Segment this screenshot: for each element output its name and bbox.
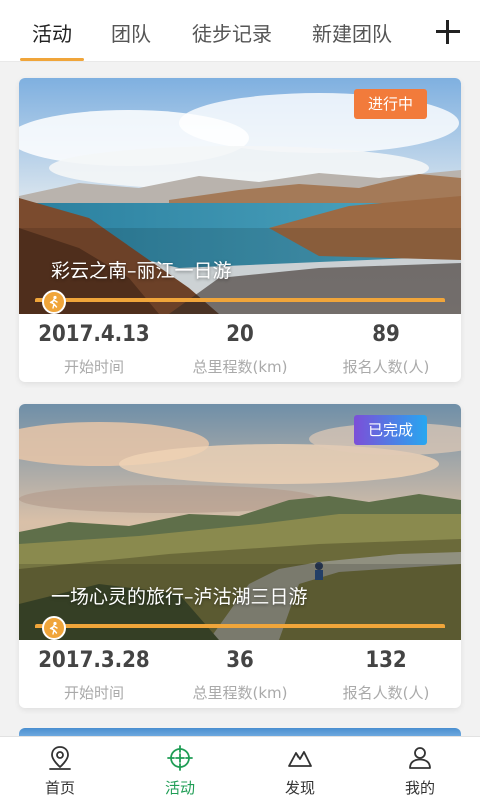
status-badge: 进行中 [354, 89, 428, 119]
nav-home-label: 首页 [44, 779, 75, 797]
bottom-navigation: 首页 活动 发现 我的 [0, 736, 480, 800]
nav-profile-label: 我的 [404, 779, 435, 797]
activity-title: 一场心灵的旅行–泸沽湖三日游 [51, 586, 308, 608]
tab-activities[interactable]: 活动 [32, 0, 72, 62]
stat-distance: 36 总里程数(km) [165, 640, 315, 708]
tab-team[interactable]: 团队 [111, 0, 151, 62]
stat-start-date: 2017.4.13 开始时间 [19, 314, 169, 382]
nav-discover-label: 发现 [284, 779, 315, 797]
activity-stats: 2017.4.13 开始时间 20 总里程数(km) 89 报名人数(人) [19, 314, 461, 382]
distance-value: 20 [226, 322, 254, 347]
signups-label: 报名人数(人) [342, 684, 430, 702]
stat-signups: 89 报名人数(人) [311, 314, 461, 382]
activity-stats: 2017.3.28 开始时间 36 总里程数(km) 132 报名人数(人) [19, 640, 461, 708]
accent-strip [35, 624, 445, 628]
nav-discover[interactable]: 发现 [240, 737, 360, 800]
nav-profile[interactable]: 我的 [360, 737, 480, 800]
hiker-icon [42, 616, 66, 640]
plus-icon[interactable] [434, 18, 462, 46]
activity-card-partial[interactable] [19, 728, 461, 736]
nav-activities-label: 活动 [164, 779, 195, 797]
tab-hiking-records[interactable]: 徒步记录 [192, 0, 272, 62]
stat-start-date: 2017.3.28 开始时间 [19, 640, 169, 708]
top-tab-bar: 活动 团队 徒步记录 新建团队 [0, 0, 480, 62]
status-badge: 已完成 [354, 415, 428, 445]
start-date-label: 开始时间 [63, 684, 124, 702]
start-date-value: 2017.3.28 [38, 648, 150, 673]
activity-card[interactable]: 进行中 彩云之南–丽江一日游 2017.4.13 开始时间 20 总里程数(km… [19, 78, 461, 382]
user-icon [409, 747, 431, 769]
distance-label: 总里程数(km) [192, 684, 288, 702]
stat-distance: 20 总里程数(km) [165, 314, 315, 382]
hiker-icon [42, 290, 66, 314]
start-date-value: 2017.4.13 [38, 322, 150, 347]
activity-title: 彩云之南–丽江一日游 [51, 260, 232, 282]
nav-home[interactable]: 首页 [0, 737, 120, 800]
start-date-label: 开始时间 [63, 358, 124, 376]
accent-strip [35, 298, 445, 302]
activity-cover-image: 已完成 一场心灵的旅行–泸沽湖三日游 [19, 404, 461, 640]
activity-card[interactable]: 已完成 一场心灵的旅行–泸沽湖三日游 2017.3.28 开始时间 36 总里程… [19, 404, 461, 708]
stat-signups: 132 报名人数(人) [311, 640, 461, 708]
distance-value: 36 [226, 648, 254, 673]
activity-cover-image: 进行中 彩云之南–丽江一日游 [19, 78, 461, 314]
crosshair-icon [167, 745, 193, 771]
tab-new-team[interactable]: 新建团队 [312, 0, 392, 62]
nav-activities[interactable]: 活动 [120, 737, 240, 800]
signups-label: 报名人数(人) [342, 358, 430, 376]
activity-list[interactable]: 进行中 彩云之南–丽江一日游 2017.4.13 开始时间 20 总里程数(km… [0, 62, 480, 736]
mountain-icon [288, 751, 312, 767]
distance-label: 总里程数(km) [192, 358, 288, 376]
active-tab-indicator [20, 58, 84, 61]
map-pin-icon [49, 746, 71, 770]
signups-value: 89 [372, 322, 400, 347]
signups-value: 132 [365, 648, 407, 673]
